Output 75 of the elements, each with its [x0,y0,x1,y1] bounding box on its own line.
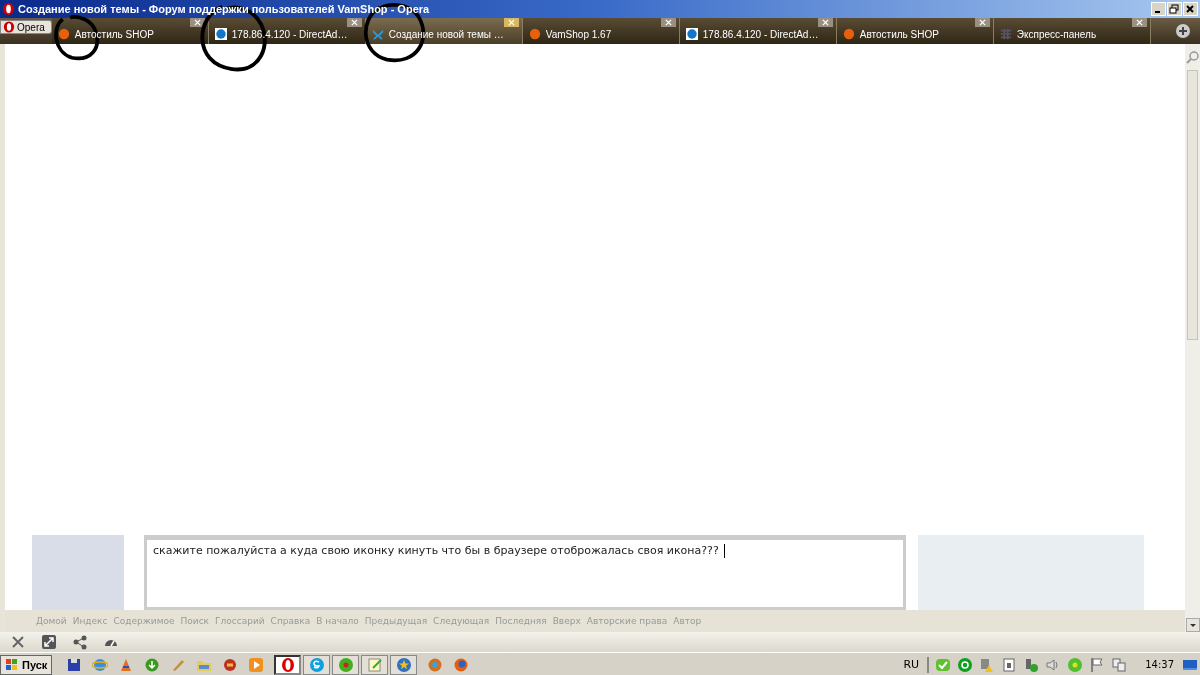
tab-close-button[interactable] [1131,18,1147,27]
skype-icon [308,656,325,673]
tab-icon [371,28,384,40]
taskbar-button[interactable] [274,654,302,675]
close-icon [1135,19,1143,26]
nav-link[interactable]: Автор [673,616,702,626]
browser-e-icon[interactable] [92,656,109,673]
browser-tab[interactable]: Экспресс-панель [993,18,1151,44]
nav-link[interactable]: Вверх [552,616,581,626]
tab-icon [214,28,227,40]
nav-link[interactable]: Авторские права [586,616,668,626]
tools-icon[interactable] [10,634,26,650]
check-shield-icon[interactable] [935,656,952,673]
tab-icon [842,28,855,40]
nav-link[interactable]: Следующая [433,616,490,626]
close-icon [978,19,986,26]
language-indicator[interactable]: RU [903,658,920,671]
plus-icon [1175,23,1191,39]
scrollbar[interactable] [1185,44,1200,632]
opera-logo-icon [3,20,15,34]
start-button[interactable]: Пуск [0,654,53,675]
grid-icon [999,28,1012,40]
browser-tab[interactable]: VamShop 1.67 [522,18,680,44]
tab-close-button[interactable] [189,18,205,27]
tab-close-button[interactable] [346,18,362,27]
close-icon [664,19,672,26]
nav-link[interactable]: В начало [316,616,359,626]
share-icon[interactable] [72,634,88,650]
tab-icon [528,28,541,40]
close-icon [821,19,829,26]
nav-link[interactable]: Последняя [495,616,547,626]
opera-logo-icon [2,2,15,16]
browser-tab[interactable]: 178.86.4.120 - DirectAd… [208,18,366,44]
search-icon[interactable] [1185,50,1200,64]
network-icon[interactable] [1111,656,1128,673]
windows-logo-icon [5,657,19,672]
flower-icon [337,656,354,673]
close-icon [507,19,515,26]
browser-tab[interactable]: Автостиль SHOP [836,18,994,44]
close-button[interactable] [1183,2,1198,16]
tab-close-button[interactable] [660,18,676,27]
message-text-area[interactable]: скажите пожалуйста а куда свою иконку кинуть что бы в браузере отоброжалась своя икона??? [144,535,906,610]
tab-close-button[interactable] [974,18,990,27]
browser-tab[interactable]: 178.86.4.120 - DirectAd… [679,18,837,44]
opera-menu-button[interactable]: Opera [0,20,52,34]
nav-link[interactable]: Индекс [72,616,108,626]
scrollbar-thumb[interactable] [1187,70,1198,340]
close-icon [1185,4,1195,14]
warning-icon[interactable] [979,656,996,673]
nav-link[interactable]: Домой [36,616,67,626]
close-icon [193,19,201,26]
nav-link[interactable]: Содержимое [113,616,175,626]
tab-icon [685,28,698,40]
tab-icon [57,28,70,40]
nav-link[interactable]: Поиск [180,616,210,626]
nav-link[interactable]: Предыдущая [364,616,428,626]
opera-icon [279,656,296,673]
play-icon[interactable] [248,656,265,673]
notepad-icon [366,656,383,673]
minimize-icon [1155,11,1160,13]
browser-tab[interactable]: Создание новой темы … [365,18,523,44]
fit-to-window-icon[interactable] [41,634,57,650]
minimize-button[interactable] [1151,2,1166,16]
scroll-down-button[interactable] [1185,618,1200,632]
restore-icon [1169,4,1179,14]
flag-icon[interactable] [1089,656,1106,673]
browser-tab[interactable]: Автостиль SHOP [51,18,209,44]
close-icon [350,19,358,26]
nav-link[interactable]: Глоссарий [215,616,265,626]
clock[interactable]: 14:37 [1145,659,1174,670]
nav-link[interactable]: Справка [270,616,311,626]
globe-icon[interactable] [427,656,444,673]
restore-button[interactable] [1167,2,1182,16]
download-icon[interactable] [144,656,161,673]
tab-close-button[interactable] [817,18,833,27]
